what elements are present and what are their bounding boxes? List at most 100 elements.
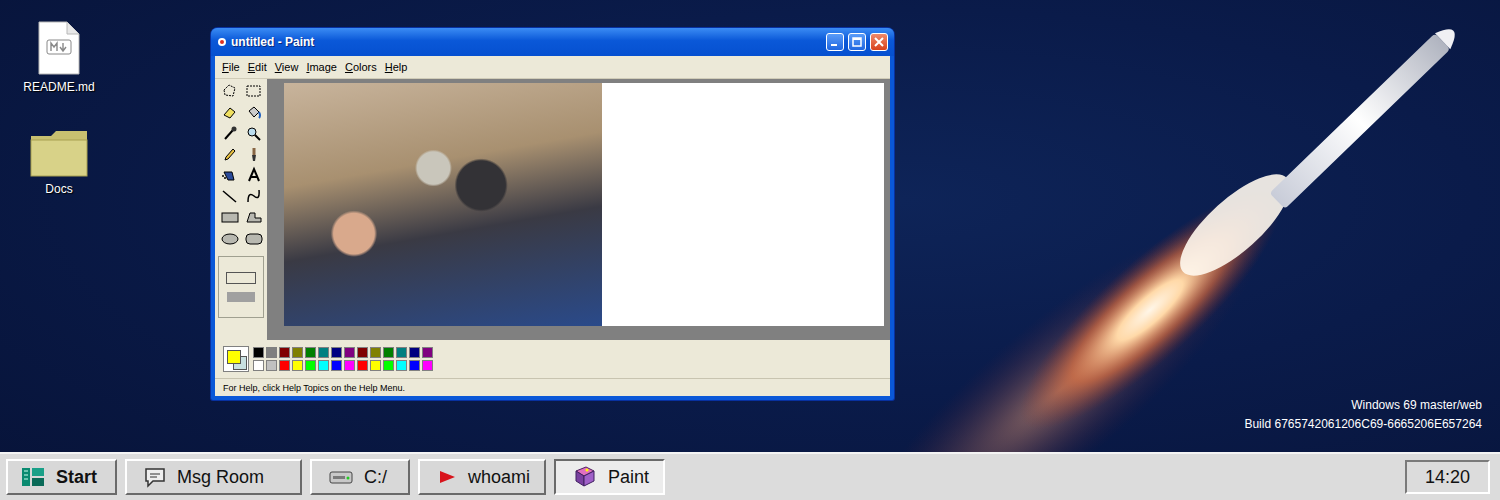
icon-label: README.md xyxy=(21,80,96,94)
palette-swatch[interactable] xyxy=(318,347,329,358)
rect-select-icon xyxy=(244,82,263,101)
palette-swatch[interactable] xyxy=(292,347,303,358)
tool-button[interactable] xyxy=(219,103,239,122)
palette-swatch[interactable] xyxy=(370,360,381,371)
paint-book-icon xyxy=(572,465,598,489)
line-icon xyxy=(220,187,239,206)
taskbar-label: Msg Room xyxy=(177,467,264,488)
youtube-play-icon xyxy=(436,468,458,486)
menu-item[interactable]: View xyxy=(272,60,302,74)
docs-folder[interactable]: Docs xyxy=(14,128,104,196)
rounded-rect-icon xyxy=(244,229,263,248)
polygon-icon xyxy=(244,208,263,227)
tool-button[interactable] xyxy=(219,166,239,185)
icon-label: Docs xyxy=(43,182,74,196)
tool-button[interactable] xyxy=(243,229,263,248)
palette-swatch[interactable] xyxy=(344,347,355,358)
taskbar-button[interactable]: Msg Room xyxy=(125,459,302,495)
start-button[interactable]: Start xyxy=(6,459,117,495)
palette-swatch[interactable] xyxy=(409,347,420,358)
tool-button[interactable] xyxy=(243,208,263,227)
taskbar-button[interactable]: C:/ xyxy=(310,459,410,495)
ellipse-icon xyxy=(220,229,239,248)
tool-box xyxy=(215,79,267,340)
menu-item[interactable]: Colors xyxy=(342,60,380,74)
menu-item[interactable]: File xyxy=(219,60,243,74)
tool-button[interactable] xyxy=(219,229,239,248)
tool-button[interactable] xyxy=(243,103,263,122)
menu-item[interactable]: Edit xyxy=(245,60,270,74)
tool-button[interactable] xyxy=(243,166,263,185)
tool-button[interactable] xyxy=(243,82,263,101)
window-title: untitled - Paint xyxy=(231,35,822,49)
free-select-icon xyxy=(220,82,239,101)
maximize-button[interactable] xyxy=(848,33,866,51)
markdown-file-icon xyxy=(37,20,81,76)
palette-swatch[interactable] xyxy=(318,360,329,371)
readme-file[interactable]: README.md xyxy=(14,20,104,94)
palette-swatch[interactable] xyxy=(331,360,342,371)
palette-swatch[interactable] xyxy=(305,347,316,358)
tool-button[interactable] xyxy=(243,145,263,164)
start-label: Start xyxy=(56,467,97,488)
brush-icon xyxy=(244,145,263,164)
window-body: FileEditViewImageColorsHelpFor Help, cli… xyxy=(215,56,890,396)
tool-button[interactable] xyxy=(219,82,239,101)
paint-app-icon xyxy=(217,36,227,48)
palette-swatch[interactable] xyxy=(409,360,420,371)
fill-option-outline[interactable] xyxy=(226,272,256,284)
palette-swatch[interactable] xyxy=(292,360,303,371)
palette-swatch[interactable] xyxy=(370,347,381,358)
tool-button[interactable] xyxy=(243,124,263,143)
menu-bar: FileEditViewImageColorsHelp xyxy=(215,56,890,79)
current-colors xyxy=(223,346,249,372)
menu-item[interactable]: Help xyxy=(382,60,411,74)
palette-swatch[interactable] xyxy=(396,360,407,371)
palette-swatch[interactable] xyxy=(266,347,277,358)
palette-swatch[interactable] xyxy=(331,347,342,358)
palette-swatch[interactable] xyxy=(422,360,433,371)
palette-swatch[interactable] xyxy=(422,347,433,358)
tool-button[interactable] xyxy=(219,145,239,164)
palette-swatch[interactable] xyxy=(266,360,277,371)
color-picker-icon xyxy=(220,124,239,143)
palette-swatch[interactable] xyxy=(305,360,316,371)
taskbar-button[interactable]: whoami xyxy=(418,459,546,495)
color-box xyxy=(215,340,890,378)
palette-swatch[interactable] xyxy=(344,360,355,371)
title-bar[interactable]: untitled - Paint xyxy=(211,28,894,56)
drawing-canvas[interactable] xyxy=(284,83,884,326)
tool-grid xyxy=(218,82,264,248)
folder-icon xyxy=(29,128,89,178)
palette-swatch[interactable] xyxy=(383,347,394,358)
taskbar-label: whoami xyxy=(468,467,530,488)
palette-swatch[interactable] xyxy=(253,360,264,371)
palette-swatch[interactable] xyxy=(253,347,264,358)
menu-item[interactable]: Image xyxy=(303,60,340,74)
rectangle-icon xyxy=(220,208,239,227)
tool-button[interactable] xyxy=(243,187,263,206)
system-info-line: Build 6765742061206C69-6665206E657264 xyxy=(1244,417,1482,431)
tool-button[interactable] xyxy=(219,124,239,143)
taskbar-button[interactable]: Paint xyxy=(554,459,665,495)
palette-swatch[interactable] xyxy=(357,360,368,371)
palette-swatch[interactable] xyxy=(383,360,394,371)
system-info: Windows 69 master/webBuild 6765742061206… xyxy=(1244,398,1482,431)
pasted-photo xyxy=(284,83,602,326)
minimize-button[interactable] xyxy=(826,33,844,51)
color-palette xyxy=(253,347,433,371)
foreground-color xyxy=(227,350,241,364)
palette-swatch[interactable] xyxy=(396,347,407,358)
palette-swatch[interactable] xyxy=(279,347,290,358)
paint-window[interactable]: untitled - Paint FileEditViewImageColorsH… xyxy=(211,28,894,400)
palette-swatch[interactable] xyxy=(279,360,290,371)
curve-icon xyxy=(244,187,263,206)
eraser-icon xyxy=(220,103,239,122)
fill-option-solid[interactable] xyxy=(227,292,255,302)
tool-button[interactable] xyxy=(219,208,239,227)
palette-swatch[interactable] xyxy=(357,347,368,358)
close-button[interactable] xyxy=(870,33,888,51)
clock: 14:20 xyxy=(1405,460,1490,494)
tool-options[interactable] xyxy=(218,256,264,318)
tool-button[interactable] xyxy=(219,187,239,206)
